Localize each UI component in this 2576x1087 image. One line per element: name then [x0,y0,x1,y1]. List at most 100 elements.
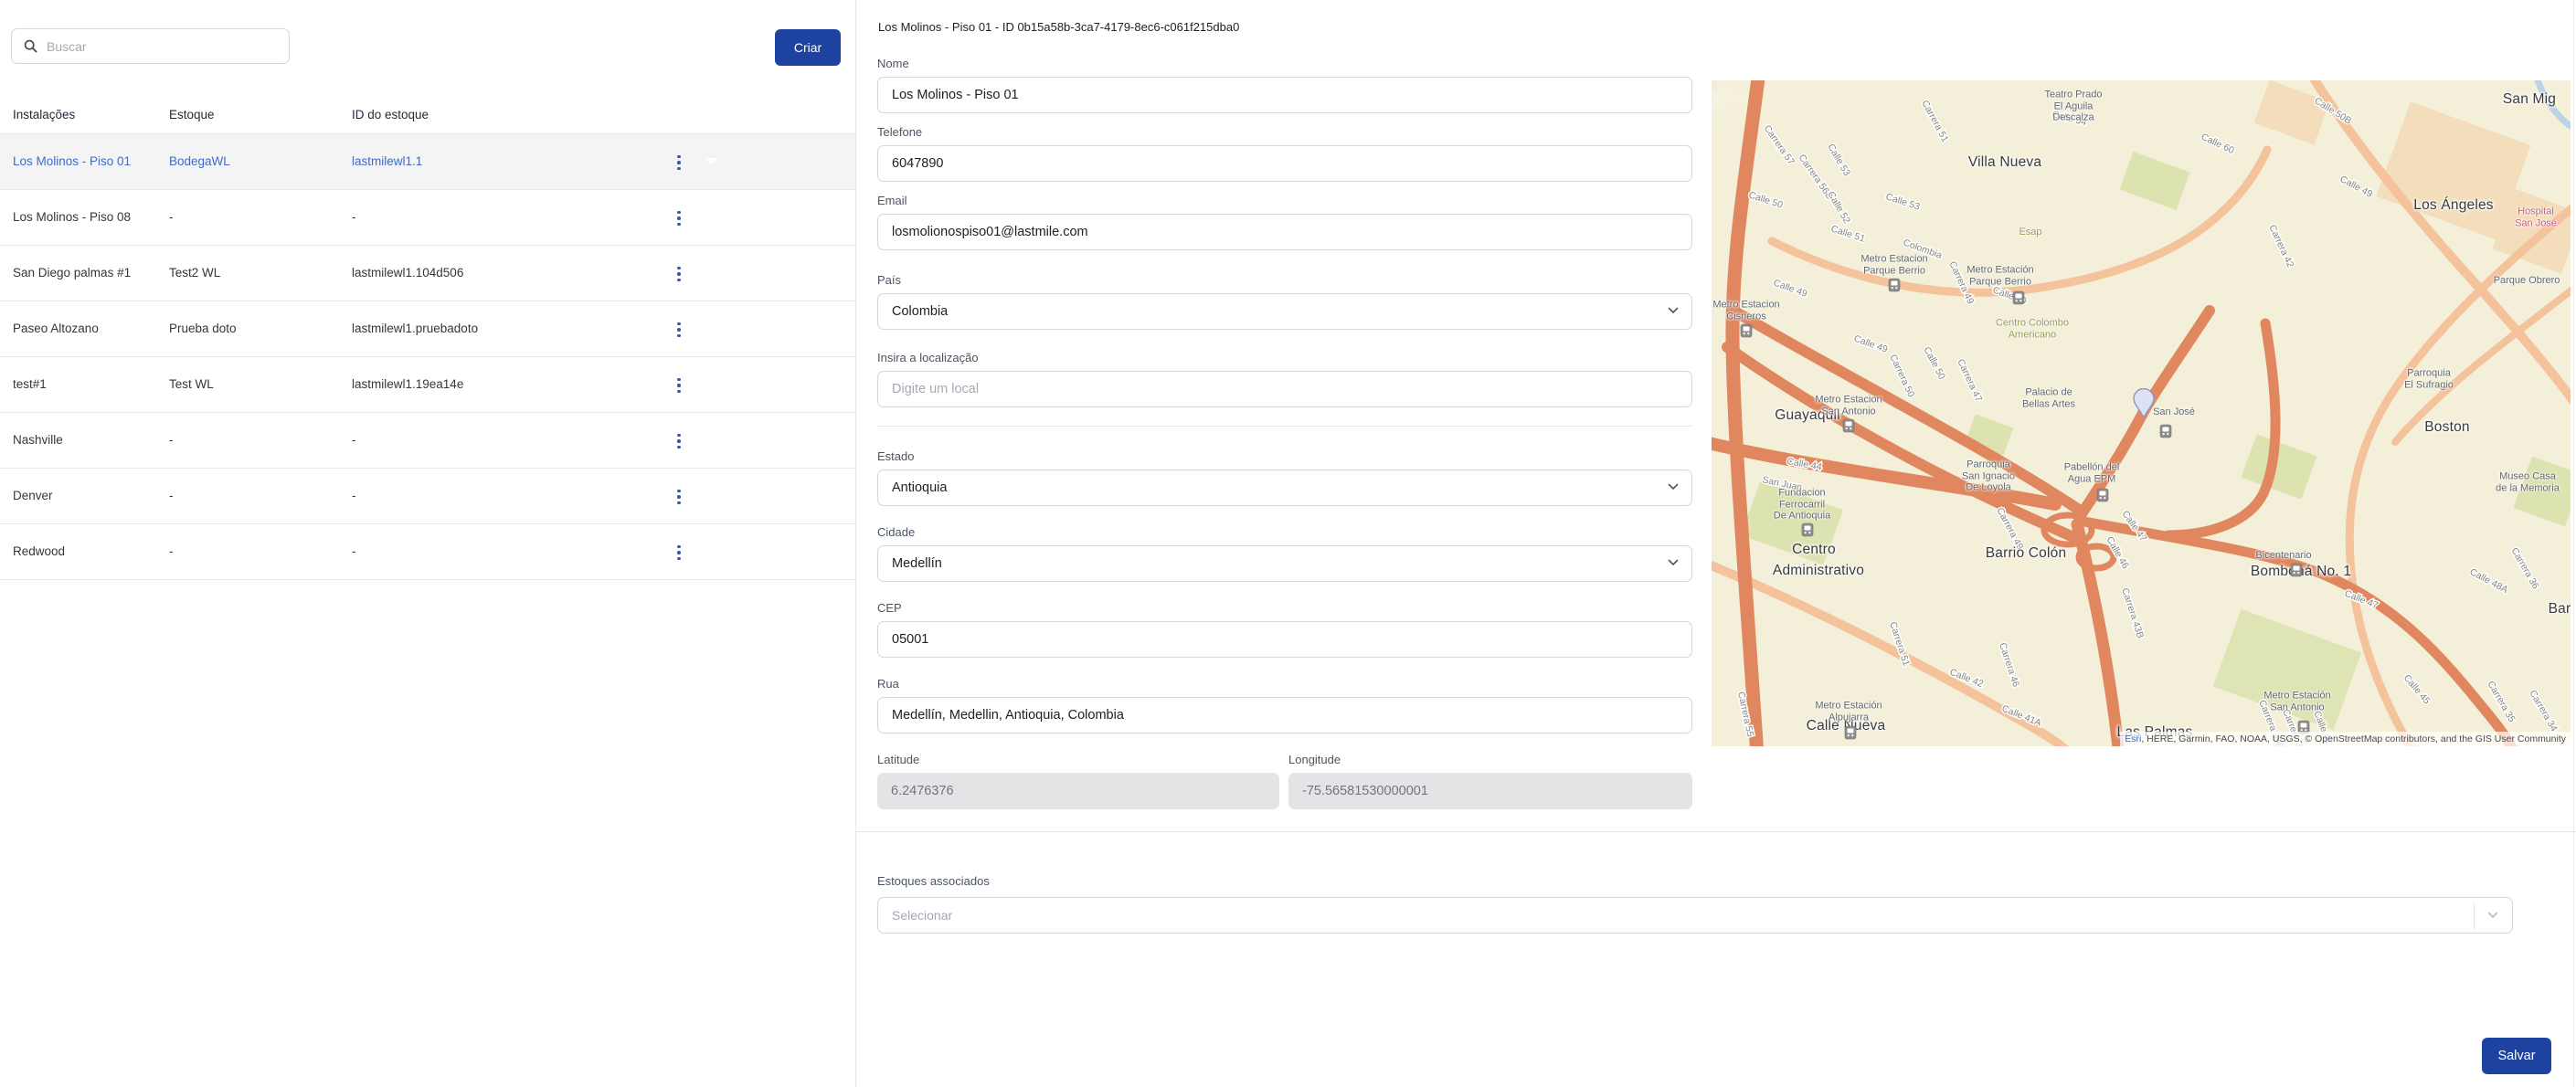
table-row[interactable]: Redwood - - [0,524,855,580]
estado-select[interactable]: Antioquia [877,470,1692,506]
latitude-label: Latitude [877,753,1279,766]
map-poi-label: Metro EstacionSan Antonio [1815,395,1882,417]
nome-group: Nome [877,57,1692,113]
map[interactable]: Calle 54Carrera 57Carrera 56BCalle 53Cal… [1712,80,2571,746]
map-poi-label: Esap [2019,227,2041,238]
metro-station-icon [1843,419,1855,433]
select-separator [2474,902,2475,930]
nome-input[interactable] [877,77,1692,113]
map-poi-label: ParroquiaSan IgnacioDe Loyola [1962,459,2015,493]
save-button[interactable]: Salvar [2482,1038,2551,1074]
pais-value: Colombia [892,304,948,319]
row-menu-icon[interactable] [672,206,686,231]
chevron-down-icon [2487,912,2498,919]
cidade-select[interactable]: Medellín [877,545,1692,582]
table-row[interactable]: Denver - - [0,469,855,524]
map-pin-icon[interactable] [2132,388,2156,419]
row-menu-icon[interactable] [672,317,686,343]
map-poi-label: HospitalSan José [2515,206,2557,229]
estoques-placeholder: Selecionar [892,908,952,923]
rua-label: Rua [877,677,1692,691]
map-attribution: Esri, HERE, Garmin, FAO, NOAA, USGS, © O… [2120,732,2571,746]
attribution-esri-link[interactable]: Esri [2125,733,2141,744]
search-input[interactable] [47,39,289,54]
stock-id[interactable]: lastmilewl1.1 [352,154,422,168]
stock-id: lastmilewl1.pruebadoto [352,322,478,335]
cidade-label: Cidade [877,525,1692,539]
stock-id: lastmilewl1.19ea14e [352,377,463,391]
search-icon [24,39,37,53]
estado-value: Antioquia [892,480,947,495]
estoques-select[interactable]: Selecionar [877,897,2513,934]
row-menu-icon[interactable] [672,150,686,175]
stock-id: - [352,210,356,224]
stock-name[interactable]: BodegaWL [169,154,230,168]
map-locality-label: Centro [1792,542,1836,558]
facility-name[interactable]: Denver [13,489,53,502]
row-menu-icon[interactable] [672,540,686,565]
table-row[interactable]: Paseo Altozano Prueba doto lastmilewl1.p… [0,301,855,357]
rua-input[interactable] [877,697,1692,733]
create-button[interactable]: Criar [775,29,841,66]
pais-label: País [877,273,1692,287]
map-locality-label: Administrativo [1773,563,1864,579]
map-locality-label: Boston [2424,419,2469,436]
map-poi-label: ParroquiaEl Sufragio [2404,368,2454,391]
localizacao-group: Insira a localização [877,351,1692,407]
table-row[interactable]: test#1 Test WL lastmilewl1.19ea14e [0,357,855,413]
map-poi-label: Centro ColomboAmericano [1996,318,2069,341]
facility-name[interactable]: Los Molinos - Piso 08 [13,210,131,224]
form-divider [877,426,1692,427]
row-menu-icon[interactable] [672,261,686,287]
metro-station-icon [1741,324,1753,338]
email-group: Email [877,194,1692,250]
cep-input[interactable] [877,621,1692,658]
metro-station-icon [2291,564,2303,577]
stock-name: - [169,489,174,502]
facility-name[interactable]: Los Molinos - Piso 01 [13,154,131,168]
chevron-down-icon [1668,483,1679,491]
row-menu-icon[interactable] [672,373,686,398]
email-input[interactable] [877,214,1692,250]
metro-station-icon [1802,523,1814,537]
pais-group: País Colombia [877,273,1692,330]
map-poi-label: Metro EstacionCisneros [1712,300,1779,322]
row-menu-icon[interactable] [672,484,686,510]
header-id-estoque: ID do estoque [352,108,429,121]
scrollbar-track[interactable] [2573,0,2574,1087]
pais-select[interactable]: Colombia [877,293,1692,330]
map-locality-label: Villa Nueva [1968,154,2041,171]
table-row[interactable]: Nashville - - [0,413,855,469]
localizacao-input[interactable] [877,371,1692,407]
map-poi-label: Bicentenario [2255,550,2311,562]
stock-id: - [352,489,356,502]
map-poi-label: Palacio deBellas Artes [2022,387,2075,410]
row-menu-icon[interactable] [672,428,686,454]
attribution-text: , HERE, Garmin, FAO, NOAA, USGS, © OpenS… [2141,733,2566,744]
table-header: Instalações Estoque ID do estoque [0,100,855,134]
map-poi-label: FundacionFerrocarrilDe Antioquia [1774,487,1830,522]
table-row[interactable]: San Diego palmas #1 Test2 WL lastmilewl1… [0,246,855,301]
facility-name[interactable]: Nashville [13,433,63,447]
estoques-group: Estoques associados Selecionar [877,873,2513,934]
map-locality-label: Barrio Colón [1986,545,2067,562]
search-box[interactable] [11,28,290,64]
facility-name[interactable]: Paseo Altozano [13,322,99,335]
stock-name: Prueba doto [169,322,237,335]
facility-title: Los Molinos - Piso 01 - ID 0b15a58b-3ca7… [878,20,1239,34]
estado-group: Estado Antioquia [877,449,1692,506]
chevron-down-icon [1668,307,1679,314]
facility-name[interactable]: test#1 [13,377,47,391]
table-row[interactable]: Los Molinos - Piso 08 - - [0,190,855,246]
stock-name: Test2 WL [169,266,220,280]
map-poi-label: Metro EstacionParque Berrio [1860,254,1927,277]
map-locality-label: San Mig [2503,91,2556,108]
stock-name: - [169,433,174,447]
telefone-input[interactable] [877,145,1692,182]
facility-name[interactable]: San Diego palmas #1 [13,266,131,280]
facility-name[interactable]: Redwood [13,544,65,558]
stock-name: - [169,210,174,224]
table-row[interactable]: Los Molinos - Piso 01 BodegaWL lastmilew… [0,134,855,190]
rua-group: Rua [877,677,1692,733]
map-poi-label: Pabellón delAgua EPM [2064,462,2120,485]
